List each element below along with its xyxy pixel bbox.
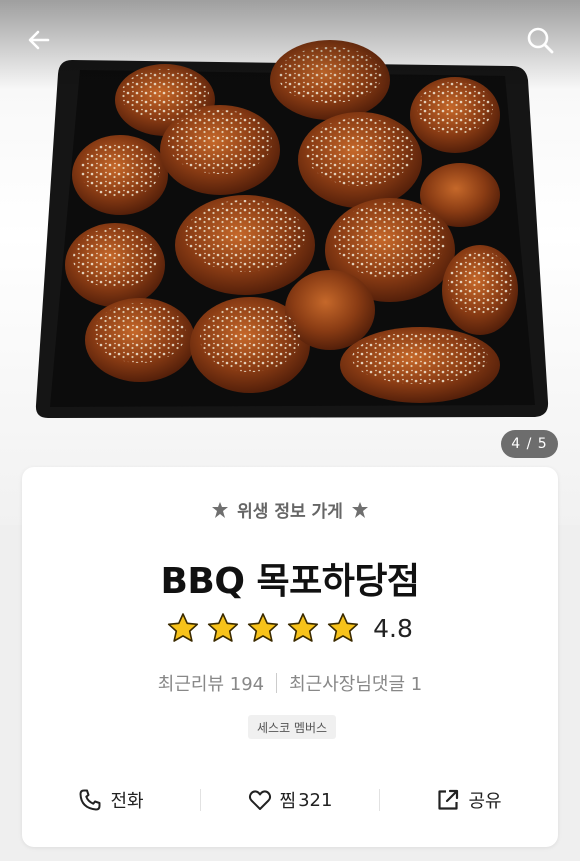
star-icon xyxy=(248,613,279,642)
star-icon xyxy=(328,613,359,642)
store-rating[interactable]: 4.8 xyxy=(22,612,558,644)
header-shade xyxy=(0,0,580,90)
share-button[interactable]: 공유 xyxy=(380,787,558,813)
star-icon xyxy=(168,613,199,642)
store-info-card: 위생 정보 가게 BBQ 목포하당점 4.8 최근리뷰 194 최근사장님댓글 … xyxy=(22,467,558,847)
hygiene-badge[interactable]: 위생 정보 가게 xyxy=(22,497,558,522)
heart-icon xyxy=(248,790,271,810)
divider xyxy=(276,673,278,693)
recent-reviews-link[interactable]: 최근리뷰 194 xyxy=(158,670,264,696)
share-label: 공유 xyxy=(468,791,502,812)
star-icon xyxy=(208,613,239,642)
rating-value: 4.8 xyxy=(373,613,413,643)
search-button[interactable] xyxy=(520,20,560,60)
back-button[interactable] xyxy=(19,20,59,60)
call-button[interactable]: 전화 xyxy=(22,787,200,813)
leaf-icon xyxy=(351,501,368,518)
star-icon xyxy=(288,613,319,642)
call-label: 전화 xyxy=(110,791,144,812)
phone-icon xyxy=(79,789,101,811)
leaf-icon xyxy=(212,501,229,518)
like-button[interactable]: 찜 321 xyxy=(201,787,379,813)
cesco-members-tag: 세스코 멤버스 xyxy=(248,715,337,739)
arrow-left-icon xyxy=(28,30,50,50)
share-icon xyxy=(438,789,459,810)
store-name: BBQ 목포하당점 xyxy=(160,561,420,602)
review-summary[interactable]: 최근리뷰 194 최근사장님댓글 1 xyxy=(22,670,558,696)
like-count: 321 xyxy=(298,789,333,811)
store-photo-gallery[interactable]: 4 / 5 xyxy=(0,0,580,525)
owner-replies-link[interactable]: 최근사장님댓글 1 xyxy=(289,670,422,696)
like-label: 찜 xyxy=(279,791,297,812)
gallery-counter: 4 / 5 xyxy=(501,430,558,458)
action-bar: 전화 찜 321 공유 xyxy=(22,780,558,820)
search-icon xyxy=(527,27,554,54)
hygiene-badge-label: 위생 정보 가게 xyxy=(237,502,343,522)
